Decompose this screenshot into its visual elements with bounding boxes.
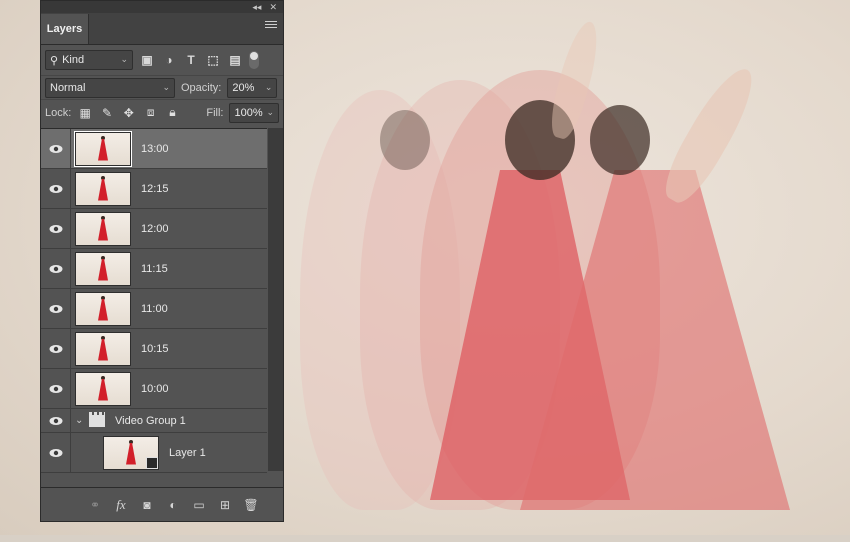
fill-field[interactable]: 100% ⌄ — [229, 102, 279, 123]
filter-kind-dropdown[interactable]: ⚲ Kind ⌄ — [45, 50, 133, 70]
smart-object-filter-icon[interactable]: ▤ — [227, 52, 243, 68]
layers-list: 13:00 12:15 12:00 11:15 11:00 10:15 10:0… — [41, 128, 267, 473]
layer-name: 12:00 — [141, 222, 169, 235]
layer-row[interactable]: 11:00 — [41, 288, 267, 329]
visibility-eye-icon[interactable] — [41, 288, 71, 329]
layer-thumbnail — [75, 211, 131, 246]
layer-name: 11:15 — [141, 262, 168, 275]
visibility-eye-icon[interactable] — [41, 368, 71, 409]
blend-mode-value: Normal — [50, 81, 86, 94]
layers-scrollbar[interactable] — [268, 128, 283, 471]
blend-mode-dropdown[interactable]: Normal ⌄ — [45, 77, 175, 98]
tab-layers[interactable]: Layers — [41, 14, 89, 44]
raised-arm — [655, 60, 765, 210]
opacity-value: 20% — [232, 81, 255, 94]
layer-thumbnail — [75, 291, 131, 326]
link-layers-icon[interactable]: ⚭ — [87, 497, 103, 513]
layer-row[interactable]: 13:00 — [41, 128, 267, 169]
layer-thumbnail — [75, 331, 131, 366]
filter-toggle[interactable] — [249, 51, 259, 69]
video-layer-icon — [146, 456, 158, 469]
video-group-row[interactable]: ⌄ Video Group 1 — [41, 408, 267, 433]
type-filter-icon[interactable]: T — [183, 52, 199, 68]
fx-icon[interactable]: fx — [113, 497, 129, 513]
chevron-down-icon: ⌄ — [266, 106, 274, 117]
chevron-down-icon: ⌄ — [264, 81, 273, 92]
lock-all-icon[interactable]: 🔒︎ — [165, 105, 181, 121]
adjustment-filter-icon[interactable]: ◑ — [161, 52, 177, 68]
close-panel-icon[interactable]: ✕ — [269, 2, 277, 13]
lock-position-icon[interactable]: ✥ — [121, 105, 137, 121]
visibility-eye-icon[interactable] — [41, 328, 71, 369]
lock-row: Lock: ▦ ✎ ✥ ⧈ 🔒︎ Fill: 100% ⌄ — [41, 99, 283, 125]
layer-row[interactable]: 10:00 — [41, 368, 267, 409]
layer-name: 10:15 — [141, 342, 169, 355]
visibility-eye-icon[interactable] — [41, 408, 71, 433]
panel-menu-icon[interactable] — [265, 21, 277, 31]
lock-image-pixels-icon[interactable]: ✎ — [99, 105, 115, 121]
lock-label: Lock: — [45, 106, 72, 119]
visibility-eye-icon[interactable] — [41, 432, 71, 473]
fill-label: Fill: — [206, 106, 224, 119]
panel-tab-row: Layers — [41, 13, 283, 45]
lock-artboard-icon[interactable]: ⧈ — [143, 105, 159, 121]
layer-row[interactable]: 12:00 — [41, 208, 267, 249]
layer-name: Layer 1 — [169, 446, 206, 459]
layer-name: 13:00 — [141, 142, 169, 155]
layers-panel: ◂◂ ✕ Layers ⚲ Kind ⌄ ▣ ◑ T ⬚ ▤ Normal ⌄ … — [40, 0, 284, 522]
dancer-hair — [590, 105, 650, 175]
lock-transparent-pixels-icon[interactable]: ▦ — [77, 105, 93, 121]
search-icon: ⚲ — [50, 54, 59, 67]
visibility-eye-icon[interactable] — [41, 128, 71, 169]
new-layer-icon[interactable]: ⊞ — [217, 497, 233, 513]
visibility-eye-icon[interactable] — [41, 208, 71, 249]
chevron-down-icon: ⌄ — [120, 54, 128, 64]
layer-thumbnail — [75, 371, 131, 406]
layer-row[interactable]: 11:15 — [41, 248, 267, 289]
panel-titlebar: ◂◂ ✕ — [41, 1, 283, 13]
layer-thumbnail — [75, 171, 131, 206]
layer-thumbnail — [74, 130, 132, 167]
new-group-icon[interactable]: ▭ — [191, 497, 207, 513]
chevron-down-icon: ⌄ — [162, 81, 170, 92]
opacity-field[interactable]: 20% ⌄ — [227, 77, 278, 98]
dancer-hair — [380, 110, 430, 170]
layer-row[interactable]: Layer 1 — [41, 432, 267, 473]
group-name: Video Group 1 — [115, 414, 186, 427]
image-filter-icon[interactable]: ▣ — [139, 52, 155, 68]
layer-row[interactable]: 10:15 — [41, 328, 267, 369]
canvas-bottom-edge — [0, 535, 850, 542]
layer-name: 10:00 — [141, 382, 169, 395]
layers-bottom-toolbar: ⚭ fx ◙ ◐ ▭ ⊞ 🗑︎ — [41, 487, 283, 521]
visibility-eye-icon[interactable] — [41, 248, 71, 289]
fill-value: 100% — [234, 106, 263, 119]
layer-name: 11:00 — [141, 302, 168, 315]
layer-row[interactable]: 12:15 — [41, 168, 267, 209]
new-fill-adjustment-icon[interactable]: ◐ — [165, 497, 181, 513]
visibility-eye-icon[interactable] — [41, 168, 71, 209]
layer-name: 12:15 — [141, 182, 169, 195]
shape-filter-icon[interactable]: ⬚ — [205, 52, 221, 68]
clapperboard-icon — [89, 411, 105, 427]
layer-thumbnail — [75, 251, 131, 286]
blend-row: Normal ⌄ Opacity: 20% ⌄ — [41, 75, 283, 99]
chevron-down-icon[interactable]: ⌄ — [75, 415, 85, 426]
filter-row: ⚲ Kind ⌄ ▣ ◑ T ⬚ ▤ — [41, 45, 283, 75]
collapse-panel-icon[interactable]: ◂◂ — [252, 2, 261, 13]
opacity-label: Opacity: — [181, 81, 222, 94]
layer-thumbnail — [103, 435, 159, 470]
add-mask-icon[interactable]: ◙ — [139, 497, 155, 513]
filter-kind-label: Kind — [62, 54, 85, 66]
delete-layer-icon[interactable]: 🗑︎ — [243, 497, 259, 513]
